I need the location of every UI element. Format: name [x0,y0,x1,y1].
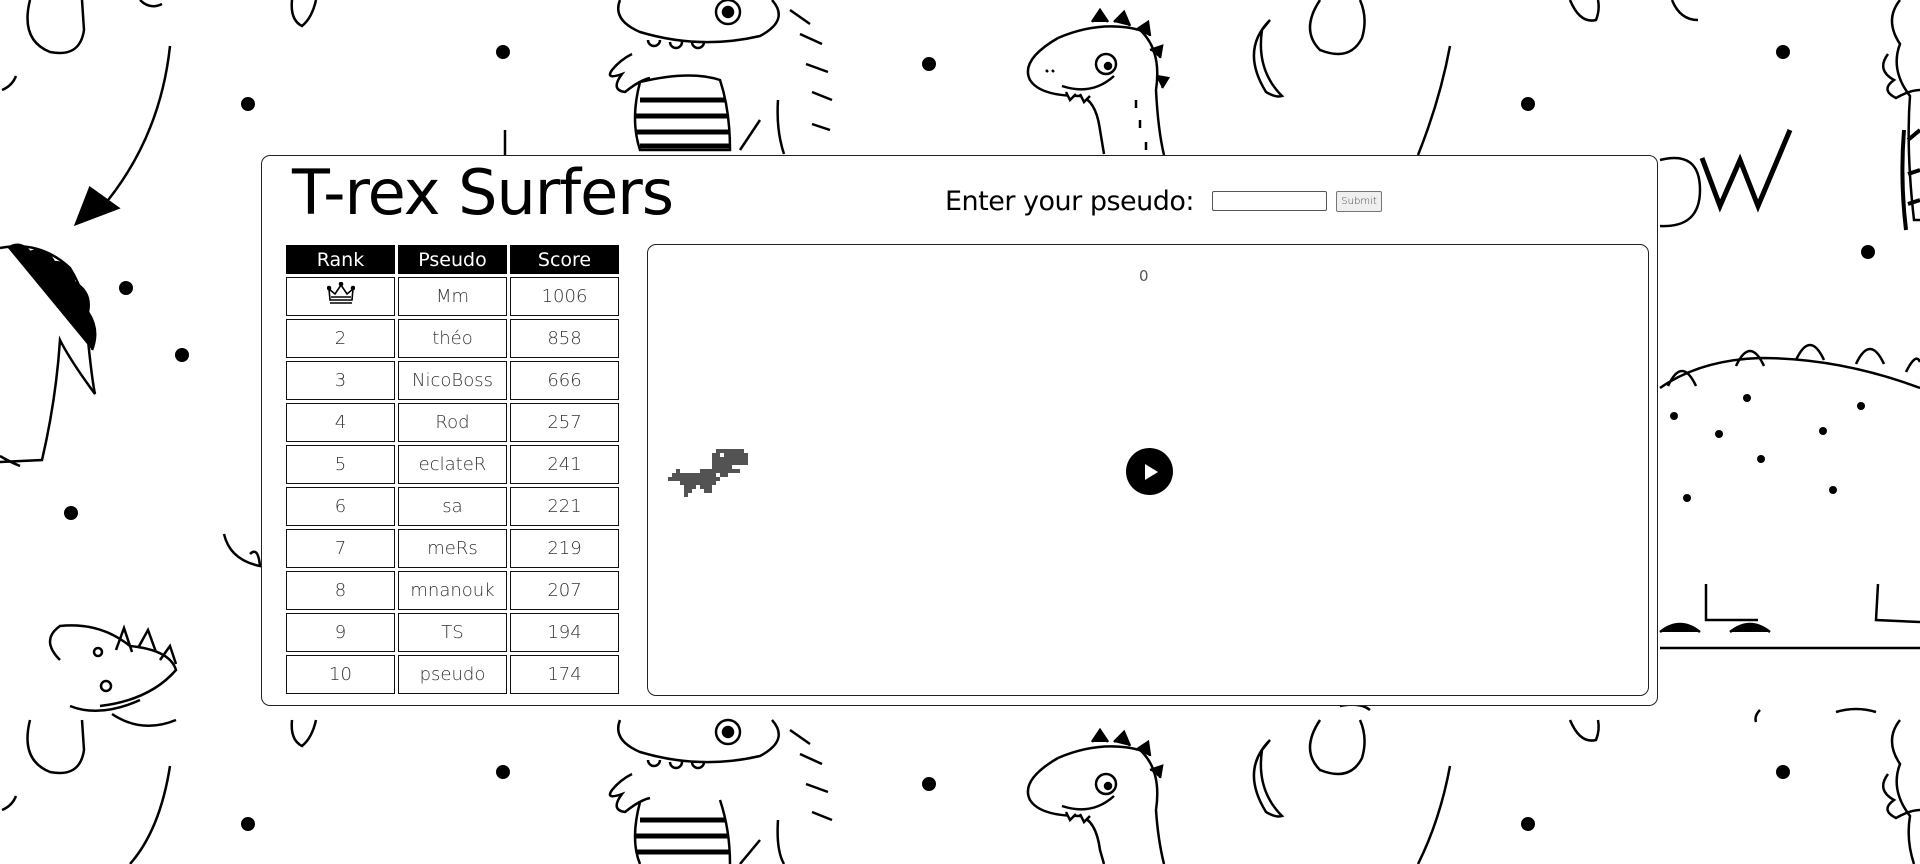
pseudo-cell: théo [398,319,507,358]
rank-cell: 9 [286,613,395,652]
game-title: T-rex Surfers [292,156,674,229]
pseudo-cell: Rod [398,403,507,442]
pseudo-cell: mnanouk [398,571,507,610]
table-row: 5 eclateR 241 [286,445,619,484]
table-row: 4 Rod 257 [286,403,619,442]
rank-cell: 10 [286,655,395,694]
pseudo-cell: sa [398,487,507,526]
table-row: 3 NicoBoss 666 [286,361,619,400]
current-score: 0 [1139,267,1149,285]
pseudo-cell: pseudo [398,655,507,694]
rank-cell: 8 [286,571,395,610]
rank-cell: 7 [286,529,395,568]
table-row: 9 TS 194 [286,613,619,652]
pseudo-form: Enter your pseudo: Submit [945,185,1383,217]
score-cell: 207 [510,571,619,610]
rank-cell: 3 [286,361,395,400]
rank-cell: 5 [286,445,395,484]
score-cell: 194 [510,613,619,652]
leaderboard-table: Rank Pseudo Score Mm 1006 2 théo 858 3 N… [283,242,622,697]
score-cell: 666 [510,361,619,400]
rank-cell: 4 [286,403,395,442]
main-panel: T-rex Surfers Enter your pseudo: Submit … [261,155,1658,706]
submit-button[interactable]: Submit [1336,190,1383,212]
score-cell: 1006 [510,277,619,316]
score-cell: 221 [510,487,619,526]
pseudo-header: Pseudo [398,245,507,274]
table-row: 6 sa 221 [286,487,619,526]
pseudo-label: Enter your pseudo: [945,185,1195,217]
rank-cell [286,277,395,316]
score-cell: 219 [510,529,619,568]
pseudo-cell: TS [398,613,507,652]
pseudo-cell: eclateR [398,445,507,484]
pseudo-cell: NicoBoss [398,361,507,400]
play-button[interactable] [1126,448,1173,495]
table-row: Mm 1006 [286,277,619,316]
rank-header: Rank [286,245,395,274]
score-cell: 174 [510,655,619,694]
crown-icon [326,281,355,304]
table-row: 8 mnanouk 207 [286,571,619,610]
play-icon [1144,463,1158,480]
t-rex-icon [668,449,748,497]
leaderboard-header-row: Rank Pseudo Score [286,245,619,274]
table-row: 2 théo 858 [286,319,619,358]
score-header: Score [510,245,619,274]
score-cell: 241 [510,445,619,484]
rank-cell: 6 [286,487,395,526]
table-row: 10 pseudo 174 [286,655,619,694]
score-cell: 858 [510,319,619,358]
pseudo-cell: Mm [398,277,507,316]
rank-cell: 2 [286,319,395,358]
pseudo-input[interactable] [1212,191,1328,211]
pseudo-cell: meRs [398,529,507,568]
table-row: 7 meRs 219 [286,529,619,568]
score-cell: 257 [510,403,619,442]
game-canvas[interactable]: 0 [647,244,1649,696]
